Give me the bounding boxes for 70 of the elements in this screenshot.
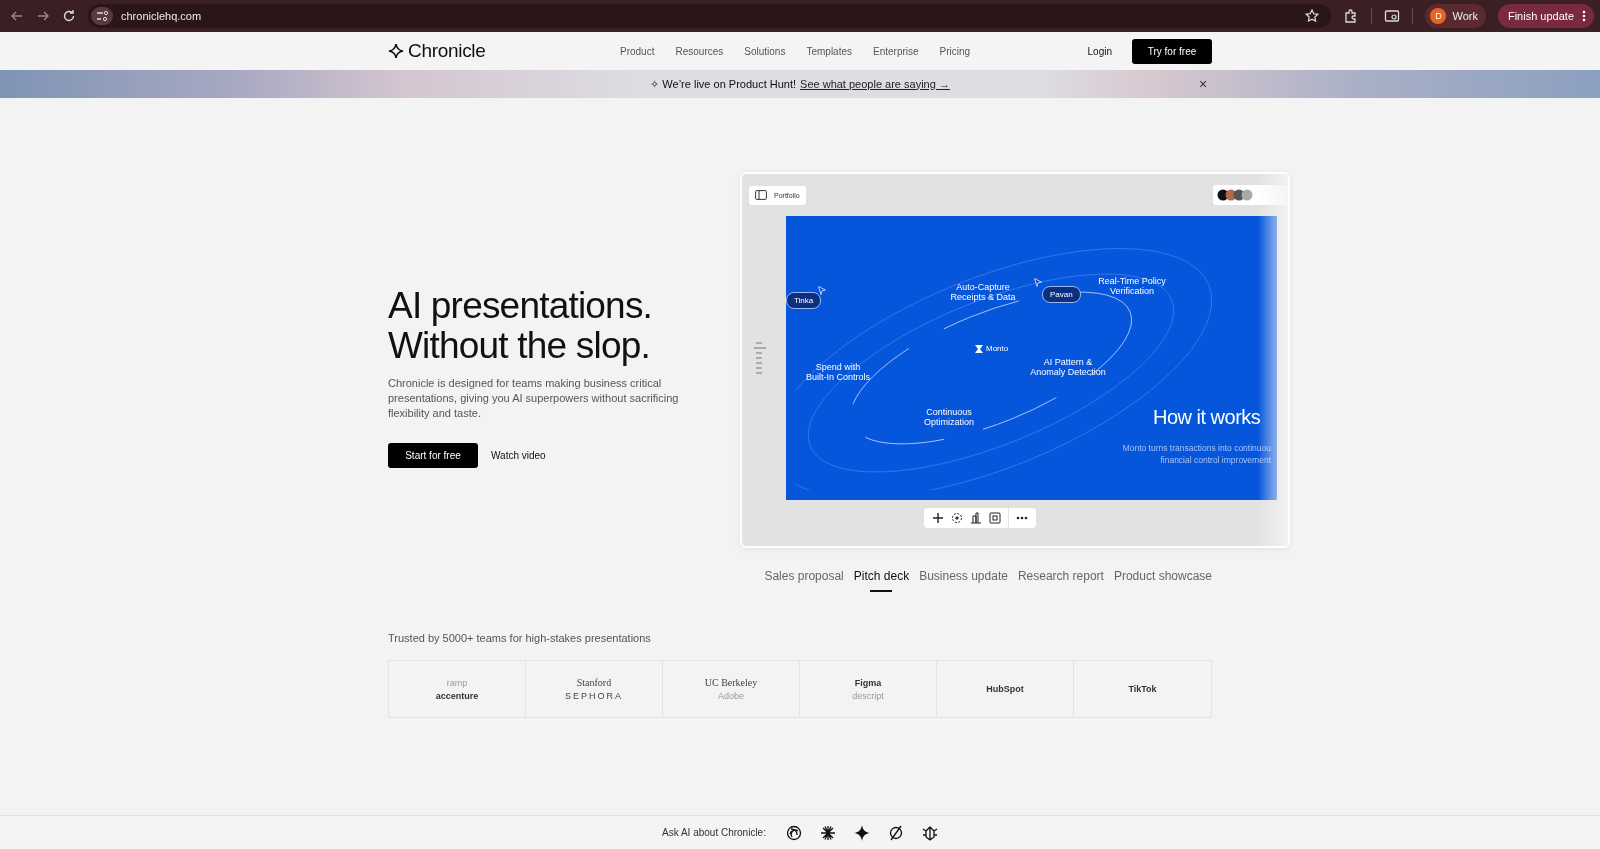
company-logo: Figma xyxy=(854,677,882,688)
brand-mark-icon xyxy=(975,344,983,353)
profile-avatar: D xyxy=(1430,8,1447,24)
sparkle-icon[interactable] xyxy=(853,824,870,841)
asterisk-icon[interactable] xyxy=(819,824,836,841)
url-text: chroniclehq.com xyxy=(121,10,202,22)
cursor-label: Tinka xyxy=(786,292,822,309)
close-button[interactable]: × xyxy=(1199,76,1208,92)
more-icon[interactable] xyxy=(1016,516,1028,520)
company-logo: ramp xyxy=(446,677,468,688)
company-logo: descript xyxy=(852,690,884,701)
more-icon xyxy=(1582,10,1586,22)
address-bar[interactable]: chroniclehq.com xyxy=(88,4,1332,28)
start-button[interactable]: Start for free xyxy=(388,443,478,468)
slide-label: Auto-Capture Receipts & Data xyxy=(950,282,1016,302)
company-logo: UC Berkeley xyxy=(704,677,758,688)
company-logo: accenture xyxy=(435,690,479,701)
reload-icon[interactable] xyxy=(62,9,76,23)
sidebar-icon xyxy=(755,190,767,200)
try-button[interactable]: Try for free xyxy=(1132,38,1212,64)
knot-icon[interactable] xyxy=(785,824,802,841)
plus-icon[interactable] xyxy=(932,512,944,524)
nav-link[interactable]: Solutions xyxy=(744,45,786,57)
ask-ai-label: Ask AI about Chronicle: xyxy=(662,827,766,838)
chart-icon[interactable] xyxy=(970,512,982,524)
site-settings-icon[interactable] xyxy=(91,7,113,25)
nav-link[interactable]: Resources xyxy=(675,45,724,57)
back-icon[interactable] xyxy=(10,9,24,23)
template-tab[interactable]: Research report xyxy=(1017,563,1104,594)
slide-brand: Monto xyxy=(975,344,1009,353)
banner-link[interactable]: See what people are saying → xyxy=(800,77,950,91)
company-logo: Adobe xyxy=(718,691,744,701)
star-icon[interactable] xyxy=(1305,9,1320,23)
template-tab[interactable]: Business update xyxy=(919,563,1008,594)
nav-link[interactable]: Product xyxy=(620,45,655,57)
company-logo: Stanford xyxy=(576,677,612,688)
hero-subtitle: Chronicle is designed for teams making business critical presentations, giving you AI superpowers without sacrificing flexibility and taste. xyxy=(388,376,680,421)
company-logo: TikTok xyxy=(1128,684,1157,694)
login-link[interactable]: Login xyxy=(1087,45,1112,57)
template-tab[interactable]: Product showcase xyxy=(1113,563,1212,594)
hero-title: AI presentations. Without the slop. xyxy=(388,286,654,366)
slide-label: Continuous Optimization xyxy=(924,407,974,427)
slide-outline-icon xyxy=(754,342,766,374)
trusted-text: Trusted by 5000+ teams for high-stakes presentations xyxy=(388,632,652,644)
slide-label: AI Pattern & Anomaly Detection xyxy=(1030,357,1106,377)
company-logo: SEPHORA xyxy=(565,691,623,701)
nav-link[interactable]: Enterprise xyxy=(873,45,919,57)
banner-text: ✧ We’re live on Product Hunt! xyxy=(650,77,797,91)
company-logo: HubSpot xyxy=(986,684,1024,694)
slashed-circle-icon[interactable] xyxy=(887,824,904,841)
nav-link[interactable]: Templates xyxy=(806,45,852,57)
watch-video-link[interactable]: Watch video xyxy=(491,450,546,461)
logo-link[interactable]: Chronicle xyxy=(388,40,620,62)
template-tab[interactable]: Sales proposal xyxy=(764,563,844,594)
sparkle-icon xyxy=(388,43,404,59)
cursor-icon xyxy=(818,286,826,295)
update-button[interactable]: Finish update xyxy=(1497,4,1594,28)
cursor-icon xyxy=(1034,278,1042,287)
slide-label: Real-Time Policy Verification xyxy=(1098,276,1166,296)
forward-icon[interactable] xyxy=(36,9,50,23)
bug-icon[interactable] xyxy=(921,824,938,841)
frame-icon[interactable] xyxy=(989,512,1001,524)
nav-link[interactable]: Pricing xyxy=(939,45,971,57)
profile-button[interactable]: D Work xyxy=(1425,4,1486,28)
slide-heading: How it works xyxy=(1153,406,1261,429)
tab-search-icon[interactable] xyxy=(1384,8,1401,24)
profile-label: Work xyxy=(1452,10,1478,22)
slide-label: Spend with Built-In Controls xyxy=(806,362,870,382)
cursor-label: Pavan xyxy=(1042,286,1081,303)
record-icon[interactable] xyxy=(951,512,963,524)
